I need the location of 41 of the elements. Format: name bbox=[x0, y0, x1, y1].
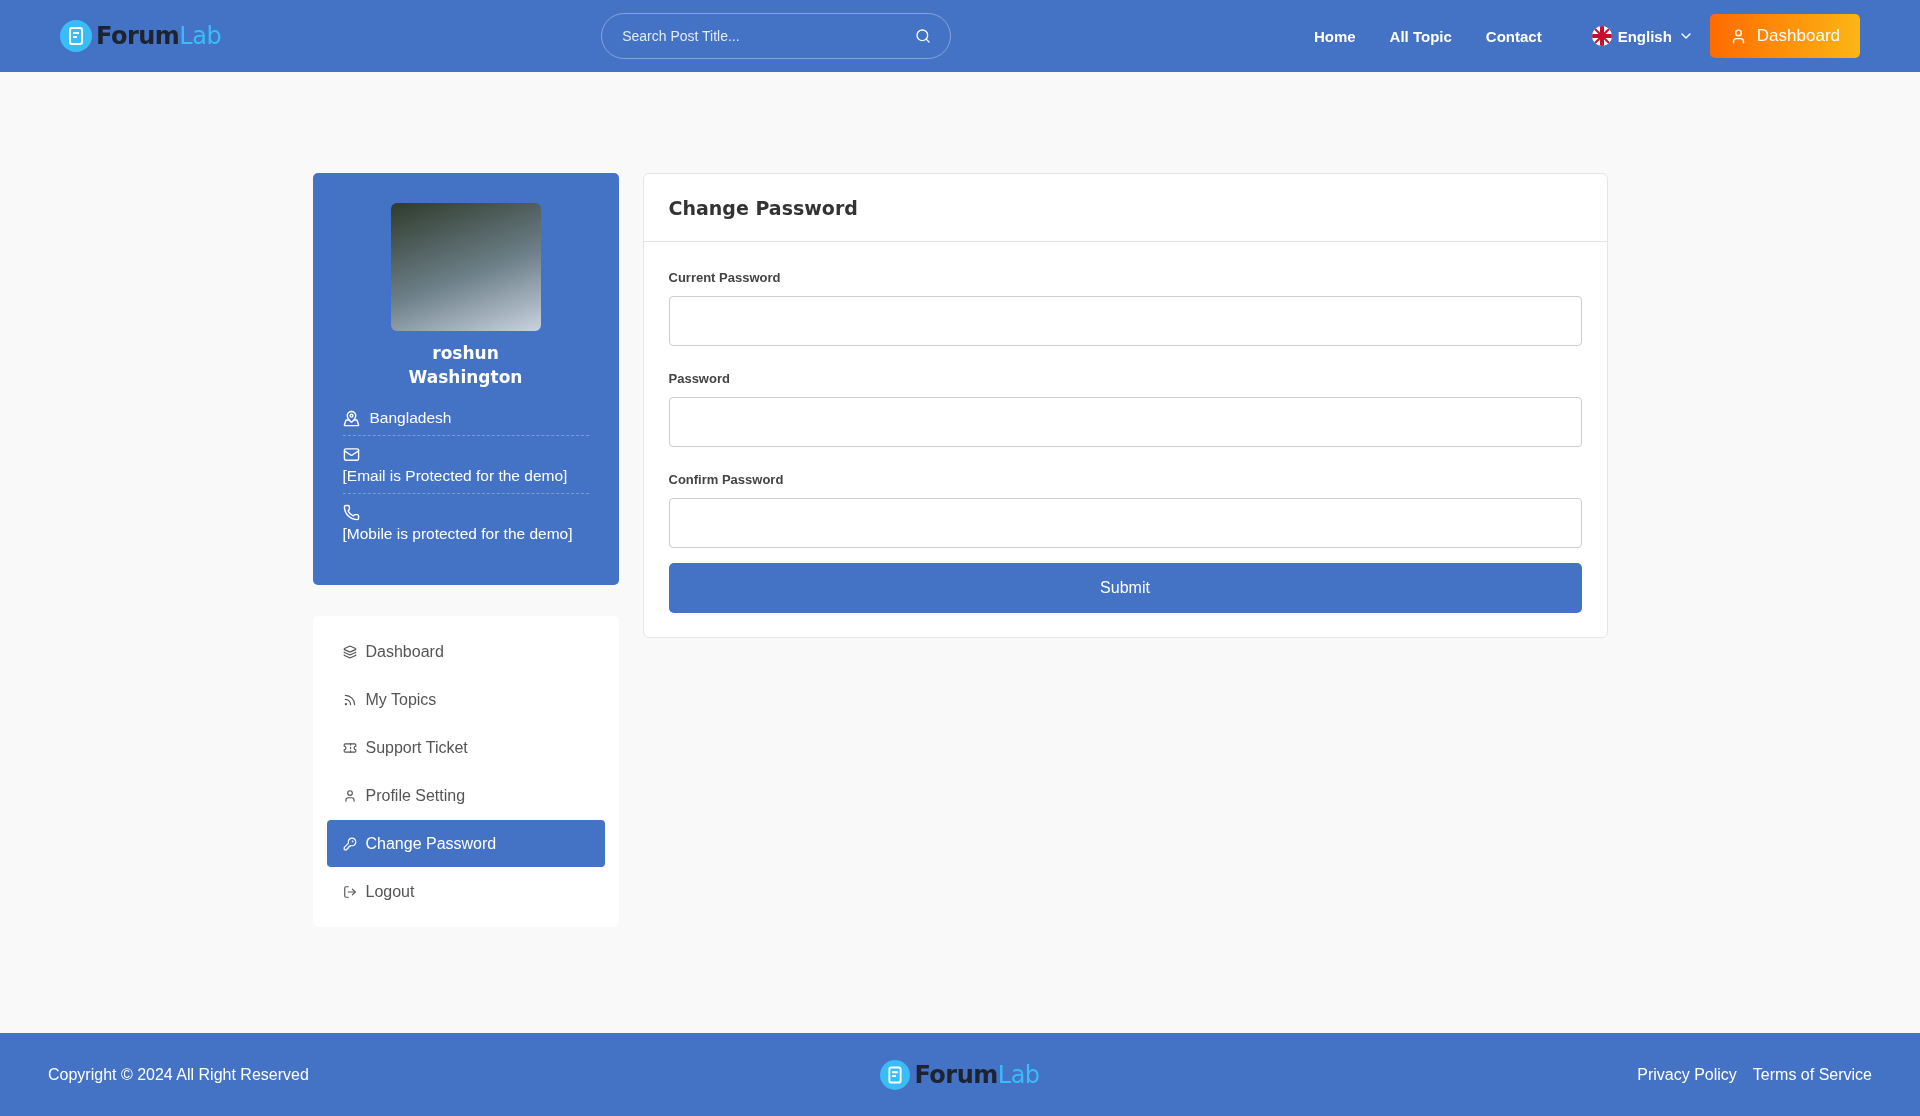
flag-icon bbox=[1591, 26, 1612, 46]
user-last-name: Washington bbox=[408, 367, 523, 387]
password-field[interactable] bbox=[668, 498, 1582, 548]
logo-text[interactable]: ForumLab bbox=[96, 22, 222, 50]
logout-icon bbox=[342, 884, 357, 899]
email-text: [Email is Protected for the demo] bbox=[342, 467, 568, 485]
logo-icon bbox=[880, 1059, 911, 1090]
password-field[interactable] bbox=[668, 296, 1582, 346]
password-field[interactable] bbox=[668, 397, 1582, 447]
sidebar-item[interactable]: Dashboard bbox=[326, 628, 605, 675]
password-icon bbox=[342, 836, 357, 851]
sidebar-item[interactable]: Change Password bbox=[326, 820, 605, 867]
phone-text: [Mobile is protected for the demo] bbox=[342, 525, 573, 543]
sidebar-item[interactable]: My Topics bbox=[326, 676, 605, 723]
topics-icon bbox=[342, 692, 357, 707]
form-title: Change Password bbox=[668, 196, 858, 219]
language-selector[interactable]: English bbox=[1591, 26, 1694, 46]
profile-icon bbox=[342, 788, 357, 803]
email-icon bbox=[342, 446, 360, 463]
submit-button[interactable]: Submit bbox=[668, 563, 1582, 613]
dashboard-icon bbox=[342, 644, 357, 659]
ticket-icon bbox=[342, 740, 357, 755]
location-text: Bangladesh bbox=[369, 409, 452, 427]
location-icon bbox=[342, 409, 360, 427]
logo-text[interactable]: ForumLab bbox=[914, 1060, 1040, 1089]
footer-link[interactable]: Terms of Service bbox=[1752, 1065, 1872, 1084]
nav-link[interactable]: Home bbox=[1313, 27, 1356, 45]
nav-link[interactable]: Contact bbox=[1485, 27, 1542, 45]
field-label: Confirm Password bbox=[668, 472, 785, 487]
search-icon[interactable] bbox=[915, 28, 932, 44]
sidebar-item[interactable]: Support Ticket bbox=[326, 724, 605, 771]
copyright-text: Copyright © 2024 All Right Reserved bbox=[48, 1065, 310, 1084]
field-label: Current Password bbox=[668, 270, 782, 285]
sidebar-item[interactable]: Profile Setting bbox=[326, 772, 605, 819]
logo-icon bbox=[60, 20, 92, 52]
user-first-name: roshun bbox=[432, 343, 499, 363]
footer-link[interactable]: Privacy Policy bbox=[1637, 1065, 1737, 1084]
phone-icon bbox=[342, 504, 360, 521]
sidebar-item[interactable]: Logout bbox=[326, 868, 605, 915]
nav-link[interactable]: All Topic bbox=[1389, 27, 1452, 45]
field-label: Password bbox=[668, 371, 731, 386]
